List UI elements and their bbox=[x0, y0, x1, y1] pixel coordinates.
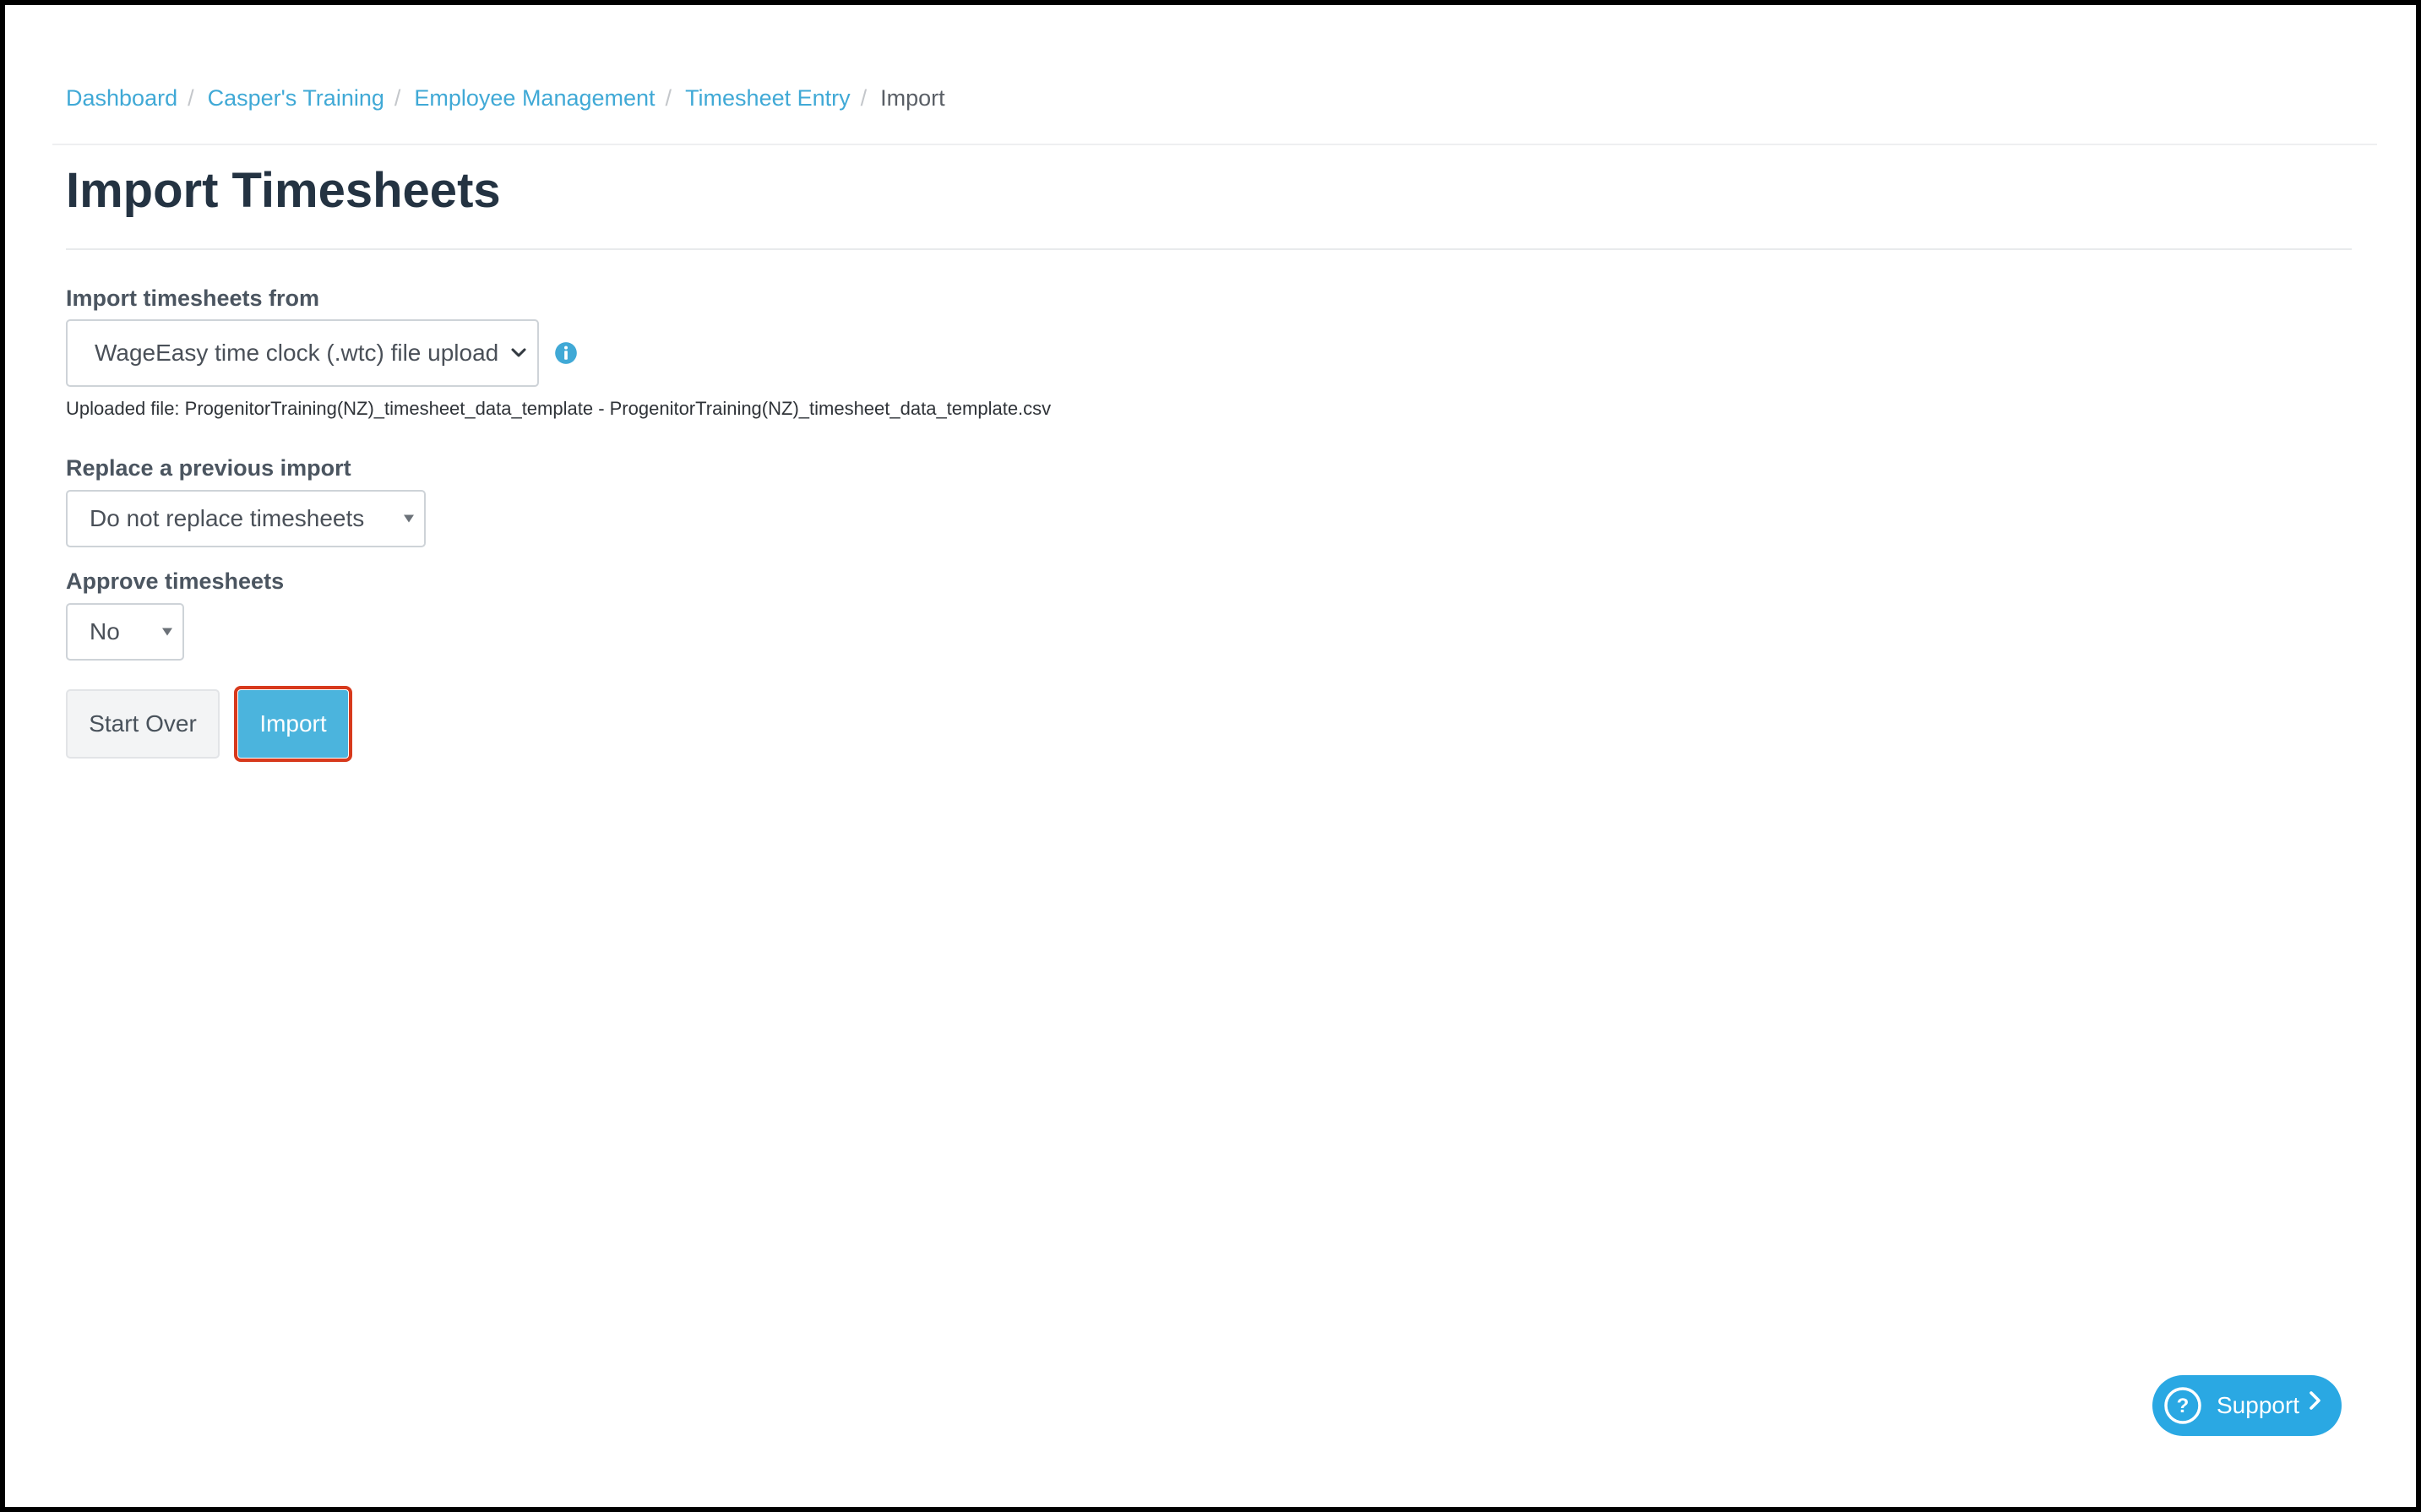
import-source-value: WageEasy time clock (.wtc) file upload bbox=[95, 340, 499, 366]
support-button[interactable]: ? Support bbox=[2152, 1375, 2342, 1436]
caret-down-icon bbox=[162, 628, 172, 636]
svg-text:?: ? bbox=[2177, 1395, 2190, 1417]
start-over-button[interactable]: Start Over bbox=[66, 689, 220, 759]
approve-timesheets-select[interactable]: No bbox=[66, 603, 184, 661]
import-source-select[interactable]: WageEasy time clock (.wtc) file upload bbox=[66, 319, 539, 387]
breadcrumb-separator: / bbox=[860, 85, 868, 111]
support-label: Support bbox=[2217, 1392, 2300, 1418]
header-divider bbox=[52, 144, 2377, 145]
breadcrumb-separator: / bbox=[665, 85, 672, 111]
breadcrumb-timesheet-entry-link[interactable]: Timesheet Entry bbox=[685, 83, 851, 113]
question-circle-icon: ? bbox=[2164, 1387, 2201, 1424]
page-title: Import Timesheets bbox=[66, 163, 501, 218]
import-source-label: Import timesheets from bbox=[66, 286, 320, 311]
app-window: Dashboard / Casper's Training / Employee… bbox=[5, 5, 2416, 1507]
chevron-right-icon bbox=[2309, 1391, 2320, 1410]
breadcrumb-separator: / bbox=[188, 85, 194, 111]
breadcrumb-current: Import bbox=[880, 85, 945, 111]
breadcrumb-company-link[interactable]: Casper's Training bbox=[208, 83, 384, 113]
caret-down-icon bbox=[404, 514, 414, 523]
replace-import-select[interactable]: Do not replace timesheets bbox=[66, 490, 426, 547]
breadcrumb-separator: / bbox=[394, 85, 401, 111]
uploaded-file-text: Uploaded file: ProgenitorTraining(NZ)_ti… bbox=[66, 398, 1052, 419]
replace-import-label: Replace a previous import bbox=[66, 455, 351, 481]
breadcrumb-employee-management-link[interactable]: Employee Management bbox=[414, 83, 655, 113]
info-circle-icon[interactable] bbox=[554, 341, 578, 365]
title-divider bbox=[66, 248, 2352, 250]
breadcrumb: Dashboard / Casper's Training / Employee… bbox=[66, 83, 945, 113]
chevron-down-icon bbox=[511, 348, 526, 357]
approve-timesheets-value: No bbox=[90, 618, 120, 645]
import-button[interactable]: Import bbox=[238, 690, 348, 758]
breadcrumb-dashboard-link[interactable]: Dashboard bbox=[66, 83, 177, 113]
replace-import-value: Do not replace timesheets bbox=[90, 505, 365, 531]
approve-timesheets-label: Approve timesheets bbox=[66, 568, 285, 594]
